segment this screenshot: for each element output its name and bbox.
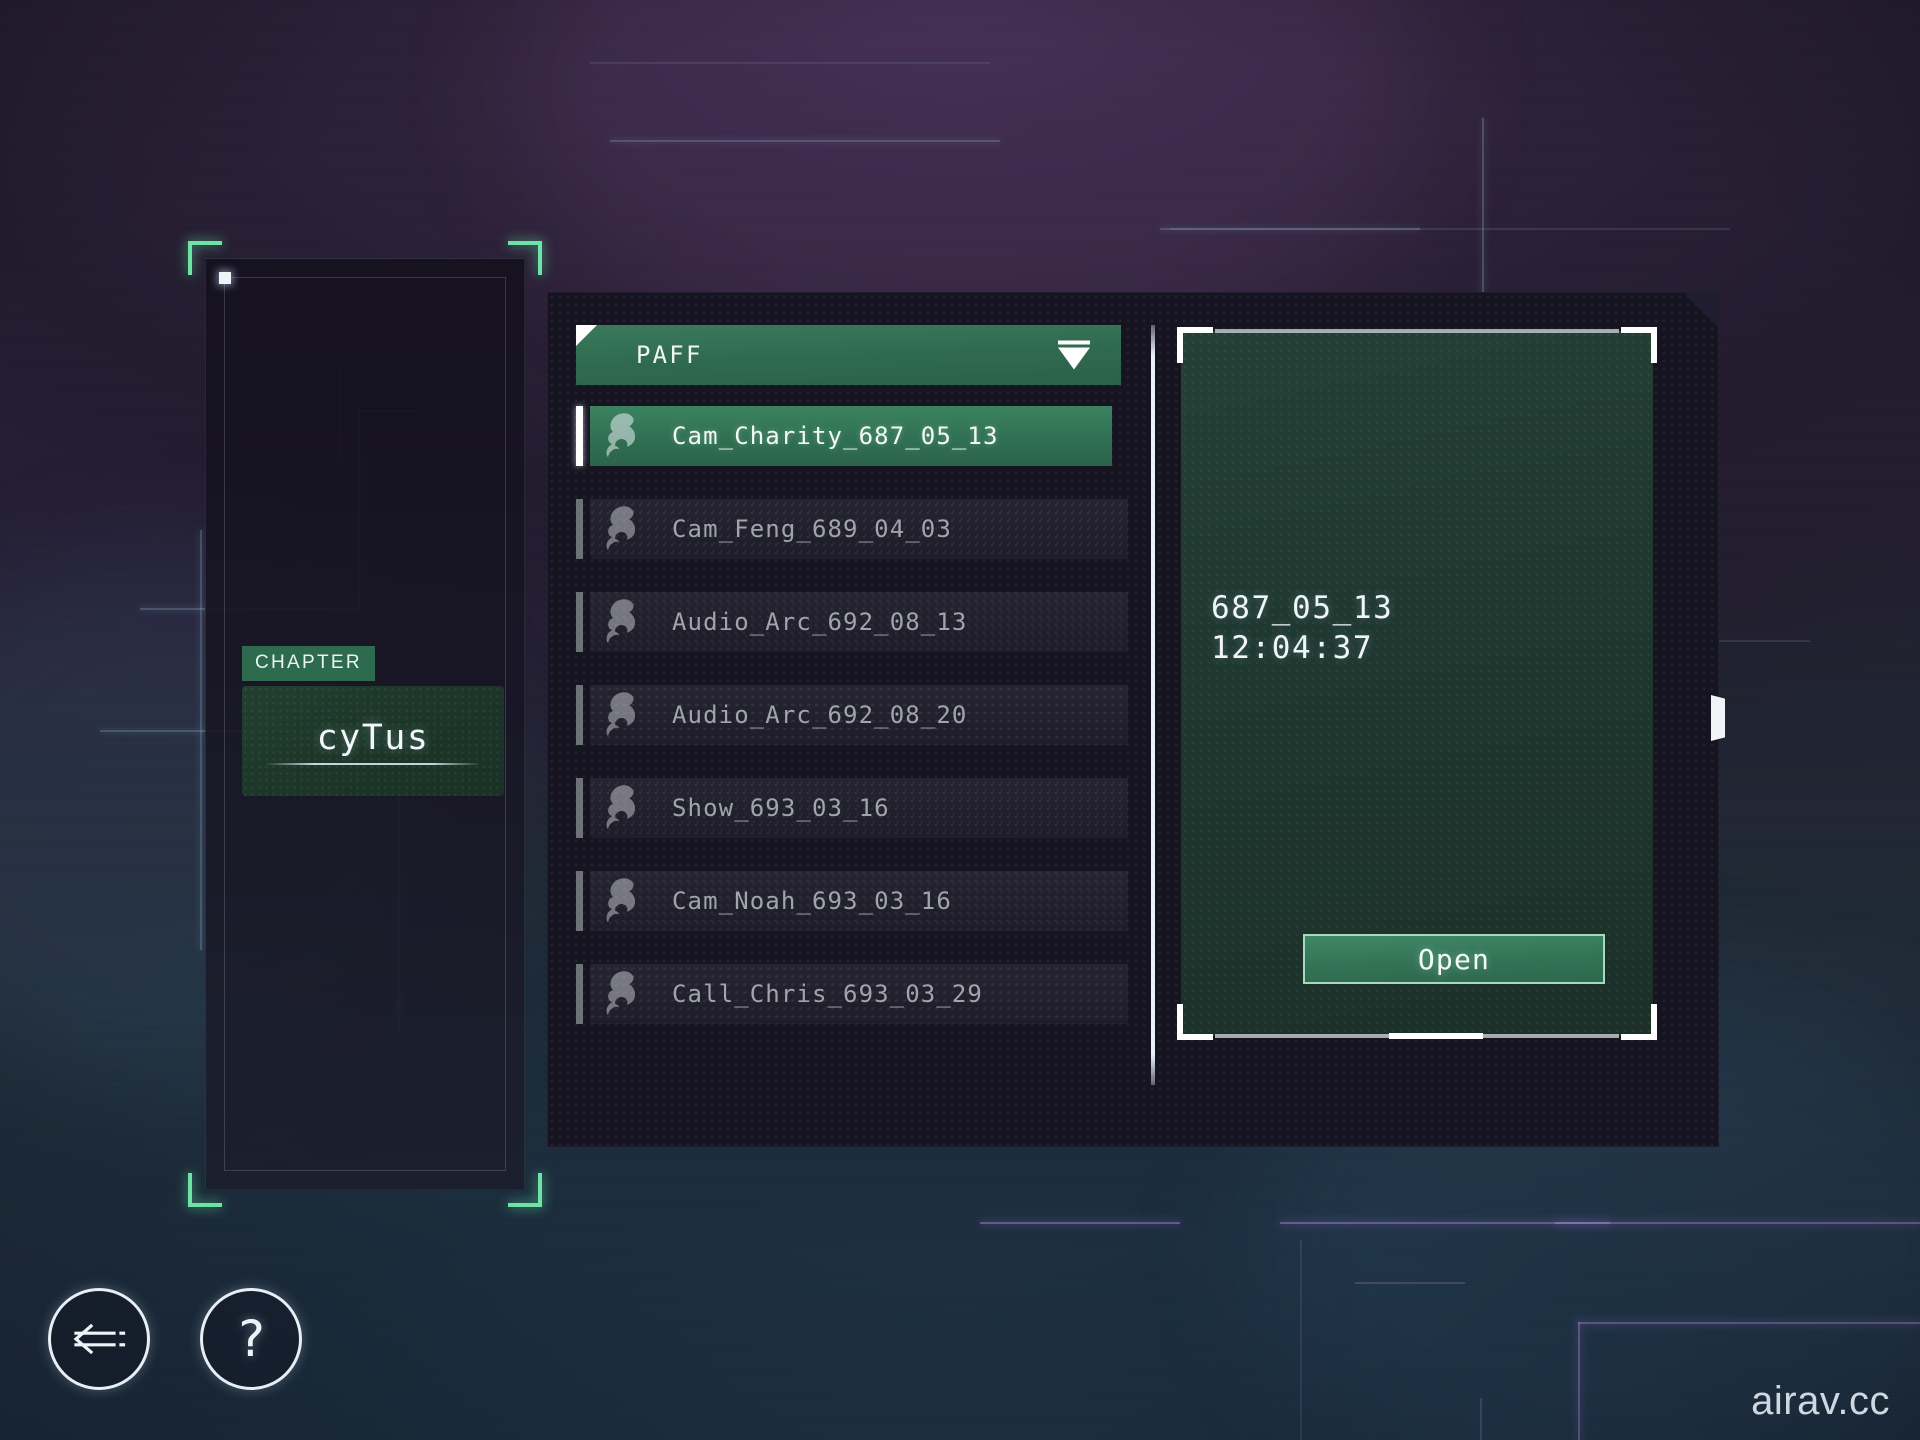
help-icon: ? <box>235 1310 267 1368</box>
character-emblem-icon <box>600 596 652 648</box>
detail-edge-top <box>1215 329 1619 333</box>
panel-edge-tab[interactable] <box>1711 695 1725 741</box>
record-accent-bar <box>576 685 583 745</box>
record-accent-bar <box>576 964 583 1024</box>
record-list-item[interactable]: Audio_Arc_692_08_13 <box>576 592 1128 652</box>
chapter-panel: CHAPTER cyTus <box>188 241 542 1207</box>
corner-bracket-top-left <box>188 241 222 275</box>
chapter-underline <box>267 762 479 765</box>
record-list-item[interactable]: Cam_Noah_693_03_16 <box>576 871 1128 931</box>
record-list-item[interactable]: Call_Chris_693_03_29 <box>576 964 1128 1024</box>
corner-bracket-bottom-left <box>188 1173 222 1207</box>
detail-corner-top-right <box>1621 327 1657 363</box>
chevron-down-icon[interactable] <box>1057 340 1091 370</box>
record-label: Cam_Noah_693_03_16 <box>672 887 952 915</box>
record-body: Call_Chris_693_03_29 <box>590 964 1128 1024</box>
detail-panel: 687_05_13 12:04:37 Open <box>1177 327 1657 1040</box>
record-body: Show_693_03_16 <box>590 778 1128 838</box>
dropdown-corner-notch <box>576 325 597 346</box>
record-body: Cam_Charity_687_05_13 <box>590 406 1112 466</box>
record-body: Cam_Feng_689_04_03 <box>590 499 1128 559</box>
record-body: Audio_Arc_692_08_13 <box>590 592 1128 652</box>
character-emblem-icon <box>600 782 652 834</box>
record-body: Cam_Noah_693_03_16 <box>590 871 1128 931</box>
character-emblem-icon <box>600 875 652 927</box>
record-accent-bar <box>576 499 583 559</box>
record-list: Cam_Charity_687_05_13 Cam_Feng_689_04_03 A… <box>576 406 1128 1057</box>
record-list-item[interactable]: Show_693_03_16 <box>576 778 1128 838</box>
panel-divider <box>1151 325 1155 1085</box>
chapter-badge: CHAPTER <box>242 646 375 681</box>
back-arrow-icon <box>73 1323 126 1355</box>
detail-timestamp: 12:04:37 <box>1211 629 1374 666</box>
open-button[interactable]: Open <box>1303 934 1605 984</box>
back-button[interactable] <box>48 1288 150 1390</box>
record-label: Audio_Arc_692_08_20 <box>672 701 968 729</box>
record-label: Call_Chris_693_03_29 <box>672 980 983 1008</box>
character-emblem-icon <box>600 968 652 1020</box>
record-label: Cam_Feng_689_04_03 <box>672 515 952 543</box>
record-accent-bar <box>576 871 583 931</box>
character-emblem-icon <box>600 410 652 462</box>
record-accent-bar <box>576 406 583 466</box>
corner-bracket-top-right <box>508 241 542 275</box>
help-button[interactable]: ? <box>200 1288 302 1390</box>
record-list-item[interactable]: Audio_Arc_692_08_20 <box>576 685 1128 745</box>
chapter-card[interactable]: cyTus <box>242 686 504 796</box>
detail-info: 687_05_13 12:04:37 <box>1211 589 1393 668</box>
record-list-item[interactable]: Cam_Feng_689_04_03 <box>576 499 1128 559</box>
detail-record-id: 687_05_13 <box>1211 590 1394 626</box>
panel-clipped-corner <box>1684 293 1718 327</box>
detail-corner-bottom-right <box>1621 1004 1657 1040</box>
detail-corner-top-left <box>1177 327 1213 363</box>
dropdown-selected-value: PAFF <box>636 341 703 369</box>
corner-bracket-bottom-right <box>508 1173 542 1207</box>
records-panel: PAFF Cam_Charity_687_05_13 Cam_Feng_689_0… <box>547 292 1725 1147</box>
watermark: airav.cc <box>1751 1379 1890 1423</box>
record-accent-bar <box>576 778 583 838</box>
chapter-name: cyTus <box>316 717 430 758</box>
source-dropdown[interactable]: PAFF <box>576 325 1121 385</box>
open-button-label: Open <box>1417 942 1491 976</box>
detail-dot-texture <box>1181 331 1653 1036</box>
detail-edge-bottom-highlight <box>1388 1033 1484 1039</box>
record-label: Show_693_03_16 <box>672 794 890 822</box>
record-list-item[interactable]: Cam_Charity_687_05_13 <box>576 406 1128 466</box>
record-accent-bar <box>576 592 583 652</box>
record-label: Cam_Charity_687_05_13 <box>672 422 999 450</box>
record-body: Audio_Arc_692_08_20 <box>590 685 1128 745</box>
character-emblem-icon <box>600 689 652 741</box>
character-emblem-icon <box>600 503 652 555</box>
record-label: Audio_Arc_692_08_13 <box>672 608 968 636</box>
detail-corner-bottom-left <box>1177 1004 1213 1040</box>
